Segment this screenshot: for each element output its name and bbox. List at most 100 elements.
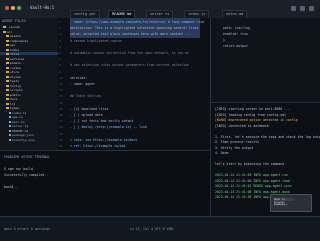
sidebar-item[interactable]: tests bbox=[6, 80, 19, 83]
sidebar-item[interactable]: package.json bbox=[9, 134, 34, 137]
sidebar-item-label: README.md bbox=[12, 129, 29, 133]
log-line: 2023-04-14 21:41:07 DEBUG app.agent.sync bbox=[215, 184, 292, 188]
line-number: 12 bbox=[59, 88, 63, 93]
sidebar-item-label: app.ts bbox=[12, 116, 23, 119]
line-number: 13 bbox=[59, 94, 63, 99]
sidebar-item[interactable]: main.ts bbox=[9, 120, 25, 124]
folder-icon bbox=[3, 26, 6, 28]
file-icon bbox=[9, 134, 11, 136]
sidebar-item[interactable]: app.ts bbox=[9, 116, 23, 119]
sidebar-item[interactable]: models bbox=[6, 62, 21, 65]
dismiss-button[interactable]: Dismiss bbox=[274, 203, 288, 206]
sidebar-item[interactable]: services bbox=[6, 57, 24, 61]
code-editor[interactable]: 1 - name: (https://www.example.com/path/t… bbox=[58, 18, 210, 168]
code-line: - [ ] deploy (http://example.io) -- link bbox=[70, 125, 147, 130]
sidebar-item[interactable]: api bbox=[6, 44, 15, 47]
terminal-panel[interactable]: PROBLEMS OUTPUT TERMINAL $ npm run build S… bbox=[0, 150, 210, 217]
sidebar-item[interactable]: utils bbox=[6, 53, 19, 56]
sidebar-item[interactable]: types bbox=[6, 107, 19, 110]
sidebar-item-label: components bbox=[10, 39, 29, 43]
sidebar-item-label: tests bbox=[10, 80, 20, 83]
sidebar-item[interactable]: store bbox=[6, 71, 19, 74]
line-number: 9 bbox=[59, 69, 61, 74]
folder-icon bbox=[6, 53, 9, 55]
sidebar-item-label: types bbox=[10, 107, 20, 110]
code-line: value: selected text block continues her… bbox=[70, 32, 191, 37]
sidebar-item-label: styles bbox=[10, 75, 21, 79]
code-line: enabled: true bbox=[223, 32, 248, 36]
code-line: description: This is a highlighted selec… bbox=[70, 26, 199, 31]
notification-popup: Open in browser Dismiss bbox=[270, 194, 312, 212]
code-line: return output bbox=[223, 44, 248, 48]
line-number: 4 bbox=[59, 38, 61, 43]
sidebar-item-label: api bbox=[10, 44, 16, 47]
sidebar-item[interactable]: components bbox=[6, 39, 29, 43]
line-number: 19 bbox=[59, 131, 63, 136]
folder-icon bbox=[6, 84, 9, 87]
file-icon bbox=[9, 125, 11, 127]
folder-icon bbox=[6, 80, 9, 82]
folder-icon bbox=[6, 102, 9, 105]
line-number: 2 bbox=[59, 26, 61, 31]
log-line: 3. Verify the output bbox=[215, 145, 254, 150]
right-editor-pane[interactable]: path: /var/log enabled: true } return ou… bbox=[210, 18, 320, 102]
sidebar-item[interactable]: styles bbox=[6, 75, 21, 79]
sidebar-item[interactable]: hooks bbox=[6, 48, 19, 52]
file-icon bbox=[9, 138, 11, 141]
sidebar-item[interactable]: src bbox=[3, 30, 12, 34]
file-icon bbox=[9, 111, 11, 114]
sidebar-item-label: config bbox=[10, 84, 21, 88]
sidebar-item[interactable]: tsconfig.json bbox=[9, 138, 35, 142]
settings-icon[interactable] bbox=[309, 6, 314, 11]
folder-icon bbox=[6, 44, 9, 46]
log-line: [INFO] connected to database bbox=[215, 123, 269, 128]
close-window-icon[interactable] bbox=[5, 6, 9, 10]
line-number: 17 bbox=[59, 119, 63, 124]
sidebar-item[interactable]: routes bbox=[6, 66, 21, 70]
sidebar-item[interactable]: lib bbox=[6, 102, 16, 106]
sidebar-item-label: routes bbox=[10, 66, 21, 70]
folder-icon bbox=[6, 48, 9, 51]
sidebar-item[interactable]: index.ts bbox=[9, 111, 26, 115]
sidebar-item-label: .vscode bbox=[7, 26, 20, 29]
file-icon bbox=[9, 116, 11, 118]
title-bar: Vault-Ho:1 config.yml README.md server.t… bbox=[0, 0, 320, 20]
folder-icon bbox=[6, 66, 9, 69]
sidebar-item[interactable]: .vscode bbox=[3, 26, 20, 29]
code-line: # use selection rules output parameters … bbox=[70, 63, 189, 68]
sidebar-item[interactable]: public bbox=[6, 93, 21, 97]
line-number: 3 bbox=[59, 32, 61, 37]
line-number: 16 bbox=[59, 113, 63, 117]
window-controls bbox=[5, 6, 21, 10]
sidebar-item[interactable]: README.md bbox=[9, 129, 29, 133]
code-line: services: bbox=[70, 75, 88, 80]
status-right[interactable]: Ln 12, Col 4 UTF-8 YAML bbox=[130, 227, 174, 232]
split-editor-icon[interactable] bbox=[291, 6, 296, 11]
folder-icon bbox=[6, 89, 9, 91]
sidebar-item-label: docs bbox=[10, 98, 18, 101]
terminal-line: bash$ _ bbox=[4, 185, 18, 189]
status-left[interactable]: main 0 errors 0 warnings bbox=[4, 227, 50, 232]
sidebar-item-label: lib bbox=[10, 102, 16, 106]
log-line: 2023-04-14 21:41:06 INFO app.agent.load bbox=[215, 178, 290, 183]
log-line: 2. Then process results bbox=[215, 140, 260, 144]
sidebar-item[interactable]: server.ts bbox=[9, 125, 28, 128]
sidebar-item-label: utils bbox=[10, 53, 20, 56]
terminal-line: $ npm run build bbox=[4, 167, 33, 171]
sidebar-item[interactable]: docs bbox=[6, 98, 17, 101]
sidebar-item[interactable]: assets bbox=[6, 35, 21, 38]
sidebar-item[interactable]: config bbox=[6, 84, 21, 88]
line-number: 15 bbox=[59, 106, 63, 111]
window-title: Vault-Ho:1 bbox=[30, 5, 55, 10]
more-actions-icon[interactable] bbox=[300, 6, 305, 11]
maximize-window-icon[interactable] bbox=[17, 6, 21, 10]
status-bar: main 0 errors 0 warnings Ln 12, Col 4 UT… bbox=[0, 216, 320, 241]
line-number: 8 bbox=[59, 63, 61, 68]
line-number: 1 bbox=[59, 20, 61, 24]
minimize-window-icon[interactable] bbox=[11, 6, 15, 10]
sidebar-item[interactable]: scripts bbox=[6, 89, 23, 92]
open-in-browser-button[interactable]: Open in browser bbox=[274, 198, 294, 204]
folder-icon bbox=[6, 93, 9, 96]
line-number: 20 bbox=[59, 137, 63, 142]
file-icon bbox=[9, 129, 11, 132]
